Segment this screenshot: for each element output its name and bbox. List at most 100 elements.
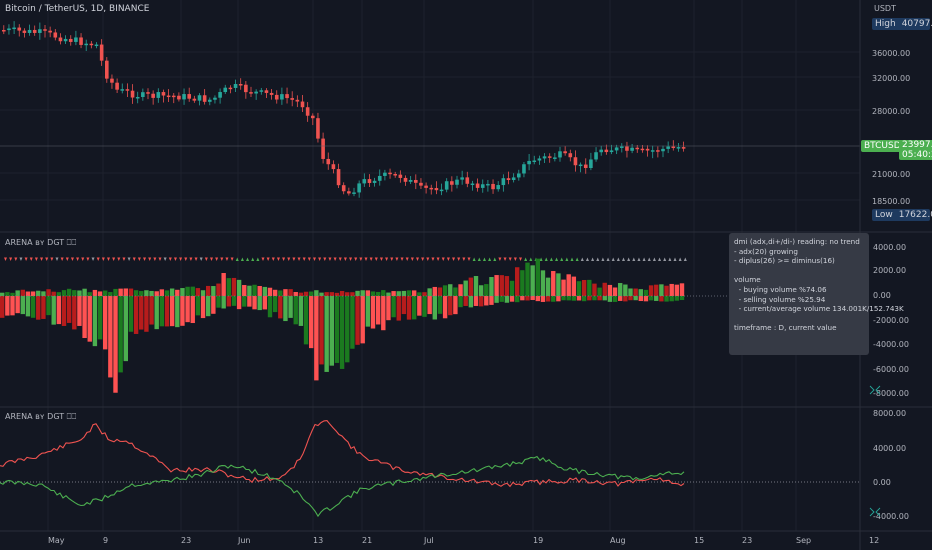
indicator-legend-1[interactable]: ARENA ʙʏ DGT ⎕⎕ [5,238,76,248]
low-tag: Low 17622.00 [872,209,932,221]
candle-body [486,183,490,186]
histogram-bar [46,289,51,296]
symbol-legend[interactable]: Bitcoin / TetherUS, 1D, BINANCE [5,4,149,14]
time-tick: Aug [610,536,626,545]
panel1-tick: 2000.00 [873,266,906,275]
candle-body [573,157,578,166]
histogram-bar [262,286,268,296]
low-label: Low [875,210,893,220]
tooltip-line [734,266,864,276]
histogram-bar [195,288,201,296]
histogram-bar [72,290,77,296]
candle-body [300,101,305,108]
histogram-bar [0,292,5,296]
tooltip-line: timeframe : D, current value [734,323,837,333]
histogram-bar [293,296,298,325]
histogram-bar [334,292,340,296]
histogram-bar [180,288,185,296]
histogram-bar [422,296,427,317]
candle-body [311,115,315,119]
low-value: 17622.00 [898,210,932,220]
candle-body [187,94,191,99]
histogram-bar [581,296,587,302]
candle-body [182,94,186,100]
candle-body [280,94,284,100]
histogram-bar [144,296,149,332]
candle-body [635,147,640,150]
histogram-bar [123,296,128,362]
histogram-bar [339,290,345,296]
histogram-bar [190,286,195,296]
candle-body [563,151,567,154]
current-price: 23997.73 [902,140,932,150]
histogram-bar [581,280,587,296]
histogram-bar [659,296,664,302]
candle-body [161,92,166,96]
candle-body [542,156,547,159]
histogram-bar [412,290,417,296]
histogram-bar [623,284,628,296]
indicator-legend-2[interactable]: ARENA ʙʏ DGT ⎕⎕ [5,412,76,422]
candle-body [316,118,320,139]
candle-body [17,27,22,31]
candle-body [7,28,11,31]
time-tick: 13 [313,536,323,545]
candle-body [511,177,516,181]
histogram-bar [221,273,226,296]
histogram-bar [504,276,510,296]
histogram-bar [504,296,510,303]
histogram-bar [515,296,520,303]
histogram-bar [128,288,134,296]
candle-body [465,177,470,184]
histogram-bar [509,280,515,296]
histogram-bar [437,287,443,296]
histogram-bar [370,291,376,296]
candle-body [589,159,593,169]
candle-body [527,160,531,165]
candle-body [403,177,408,182]
candle-body [388,172,392,175]
histogram-bar [25,296,31,317]
histogram-bar [530,265,535,296]
histogram-bar [206,296,211,317]
price-tick: 36000.00 [872,49,910,58]
histogram-bar [283,296,288,322]
currency-label: USDT [874,4,896,13]
histogram-bar [545,296,551,302]
histogram-bar [412,296,417,320]
histogram-bar [618,296,623,301]
histogram-bar [211,286,216,296]
histogram-bar [61,296,67,326]
histogram-bar [391,291,396,296]
histogram-bar [303,291,309,296]
histogram-bar [597,296,602,301]
histogram-bar [87,296,92,342]
histogram-bar [30,296,36,318]
candle-body [383,172,387,176]
histogram-bar [108,296,113,378]
histogram-bar [334,296,340,363]
panel2-tick: 0.00 [873,478,891,487]
histogram-bar [587,296,592,301]
time-tick: 19 [533,536,543,545]
high-tag: High 40797.31 [872,18,932,30]
histogram-bar [458,296,463,308]
histogram-bar [453,296,458,315]
histogram-bar [468,277,474,296]
histogram-bar [664,296,669,302]
candle-body [233,83,238,88]
candle-body [53,32,58,38]
histogram-bar [257,286,262,296]
histogram-bar [525,262,530,296]
candle-body [2,30,6,32]
histogram-bar [231,296,237,306]
tooltip-line: volume [734,275,761,285]
histogram-bar [36,290,41,296]
histogram-bar [0,296,5,318]
histogram-bar [643,289,649,296]
histogram-bar [628,288,633,296]
candle-body [295,99,300,102]
candle-body [331,164,336,170]
histogram-bar [592,296,597,301]
histogram-bar [15,296,20,314]
